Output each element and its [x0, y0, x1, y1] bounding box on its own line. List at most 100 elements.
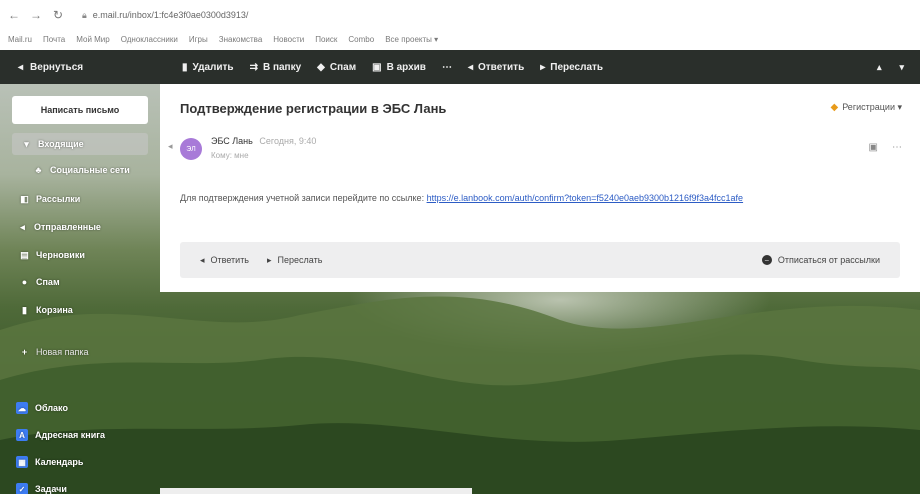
sidebar-item-label: Рассылки [36, 194, 81, 204]
sidebar-item-label: Новая папка [36, 347, 89, 357]
drafts-icon: ▤ [20, 249, 29, 260]
app-link-label: Адресная книга [35, 430, 106, 440]
contacts-icon: A [16, 429, 28, 441]
message-card: Подтверждение регистрации в ЭБС Лань ◆ Р… [160, 84, 920, 292]
toolbar-action-forward[interactable]: ▸ Переслать [540, 62, 603, 73]
compose-button[interactable]: Написать письмо [12, 96, 148, 124]
forward-icon: ▸ [267, 254, 272, 265]
toolbar-action-label: Спам [329, 61, 357, 73]
print-icon[interactable]: ▣ [869, 142, 878, 153]
bookmarks-bar: Mail.ru Почта Мой Мир Одноклассники Игры Знак… [0, 30, 920, 48]
app-link-label: Облако [35, 403, 68, 413]
sidebar-item-inbox[interactable]: ▾ Входящие [12, 133, 148, 155]
reply-button[interactable]: ◂ Ответить [200, 255, 249, 266]
sidebar-item-label: Черновики [36, 250, 85, 260]
toolbar-action-reply[interactable]: ◂ Ответить [468, 62, 524, 73]
more-icon[interactable]: ⋯ [892, 142, 902, 153]
sender-name[interactable]: ЭБС Лань [211, 136, 253, 146]
bookmark-item[interactable]: Combo [348, 35, 374, 44]
toolbar-action-archive[interactable]: ▣ В архив [372, 62, 426, 73]
arrow-left-icon: ◂ [18, 61, 24, 73]
sidebar-item-label: Корзина [36, 305, 73, 315]
bookmark-item[interactable]: Поиск [315, 35, 337, 44]
unsubscribe-icon: – [761, 255, 772, 265]
unsubscribe-button[interactable]: – Отписаться от рассылки [761, 255, 880, 265]
message-subject: Подтверждение регистрации в ЭБС Лань [180, 101, 447, 116]
sidebar: Написать письмо ▾ Входящие ♣ Социальные сет… [0, 84, 160, 494]
app-link-tasks[interactable]: ✓ Задачи [16, 478, 67, 494]
toolbar-actions: ▮ Удалить ⇉ В папку ◆ Спам ▣ В архив ⋯ ◂ Ответить ▸… [160, 62, 603, 73]
app-link-label: Задачи [35, 484, 67, 494]
reply-icon: ◂ [200, 254, 205, 265]
spam-icon: ● [21, 277, 28, 287]
reload-icon[interactable]: ↻ [52, 8, 64, 22]
message-actions: ▣ ⋯ [869, 142, 902, 153]
more-icon: ⋯ [441, 61, 452, 73]
move-icon: ⇉ [249, 61, 258, 73]
address-bar[interactable]: 🔒︎ e.mail.ru/inbox/1:fc4e3f0ae0300d3913/ [74, 5, 334, 25]
back-arrow-icon[interactable]: ← [8, 8, 20, 22]
newsletter-icon: ◧ [20, 193, 29, 204]
sidebar-item-people[interactable]: ♣ Социальные сети [34, 159, 130, 181]
sent-icon: ◂ [20, 221, 25, 232]
toolbar-action-more[interactable]: ⋯ [442, 62, 452, 73]
sidebar-item-drafts[interactable]: ▤ Черновики [20, 244, 85, 266]
trash-icon: ▮ [22, 304, 27, 315]
forward-arrow-icon[interactable]: → [30, 8, 42, 22]
app-link-cloud[interactable]: ☁ Облако [16, 397, 68, 419]
sidebar-item-newsletter[interactable]: ◧ Рассылки [20, 188, 80, 210]
sidebar-item-spam[interactable]: ● Спам [20, 271, 60, 293]
toolbar-action-label: В папку [262, 61, 302, 73]
trash-icon: ▮ [182, 61, 188, 73]
bookmark-item[interactable]: Мой Мир [76, 35, 109, 44]
app-link-contacts[interactable]: A Адресная книга [16, 424, 105, 446]
forward-icon: ▸ [540, 61, 546, 73]
people-icon: ♣ [35, 165, 42, 175]
sidebar-item-sent[interactable]: ◂ Отправленные [18, 216, 101, 238]
bookmark-item[interactable]: Mail.ru [8, 35, 32, 44]
bookmark-item[interactable]: Одноклассники [121, 35, 178, 44]
app-link-calendar[interactable]: ▦ Календарь [16, 451, 83, 473]
confirm-link[interactable]: https://e.lanbook.com/auth/confirm?token… [427, 193, 744, 203]
bookmark-item[interactable]: Почта [43, 35, 65, 44]
mail-toolbar: ◂ Вернуться ▮ Удалить ⇉ В папку ◆ Спам ▣ В архи… [0, 50, 920, 84]
collapse-icon[interactable]: ◂ [168, 141, 173, 152]
bookmark-item[interactable]: Знакомства [219, 35, 263, 44]
chevron-down-icon[interactable]: ▾ [899, 62, 904, 73]
reply-bar: ◂ Ответить ▸ Переслать – Отписаться от р… [180, 242, 900, 278]
lock-icon: 🔒︎ [82, 9, 87, 20]
sidebar-item-trash[interactable]: ▮ Корзина [20, 299, 73, 321]
spam-icon: ◆ [317, 61, 325, 73]
toolbar-action-label: Ответить [478, 61, 525, 73]
toolbar-action-label: В архив [386, 61, 426, 73]
toolbar-action-trash[interactable]: ▮ Удалить [182, 62, 234, 73]
reply-icon: ◂ [467, 61, 473, 73]
recipient-line: Кому: мне [211, 151, 249, 160]
chevron-up-icon[interactable]: ▴ [877, 62, 882, 73]
toolbar-action-spam[interactable]: ◆ Спам [317, 62, 356, 73]
bookmark-item[interactable]: Игры [189, 35, 208, 44]
calendar-icon: ▦ [16, 456, 28, 468]
sidebar-item-label: Входящие [38, 139, 84, 149]
label-dropdown[interactable]: ◆ Регистрации ▾ [831, 102, 903, 113]
tasks-icon: ✓ [16, 483, 28, 494]
sender-line: ЭБС Лань Сегодня, 9:40 [211, 136, 316, 146]
browser-toolbar: ← → ↻ 🔒︎ e.mail.ru/inbox/1:fc4e3f0ae0300… [0, 0, 920, 30]
back-button[interactable]: ◂ Вернуться [0, 62, 160, 73]
sidebar-item-label: Социальные сети [50, 165, 130, 175]
sidebar-item-plus[interactable]: + Новая папка [20, 341, 89, 363]
bookmark-item[interactable]: Все проекты ▾ [385, 35, 438, 44]
app-link-label: Календарь [35, 457, 84, 467]
message-body: Для подтверждения учетной записи перейди… [180, 193, 744, 203]
toolbar-nav: ▴ ▾ [877, 62, 920, 73]
cloud-icon: ☁ [16, 402, 28, 414]
toolbar-action-move[interactable]: ⇉ В папку [250, 62, 302, 73]
message-time: Сегодня, 9:40 [259, 136, 317, 146]
forward-button[interactable]: ▸ Переслать [267, 255, 322, 266]
url-text: e.mail.ru/inbox/1:fc4e3f0ae0300d3913/ [92, 10, 249, 20]
avatar: ЭЛ [180, 138, 202, 160]
sidebar-item-label: Спам [36, 277, 60, 287]
archive-icon: ▣ [372, 61, 382, 73]
bookmark-item[interactable]: Новости [273, 35, 304, 44]
toolbar-action-label: Удалить [192, 61, 234, 73]
